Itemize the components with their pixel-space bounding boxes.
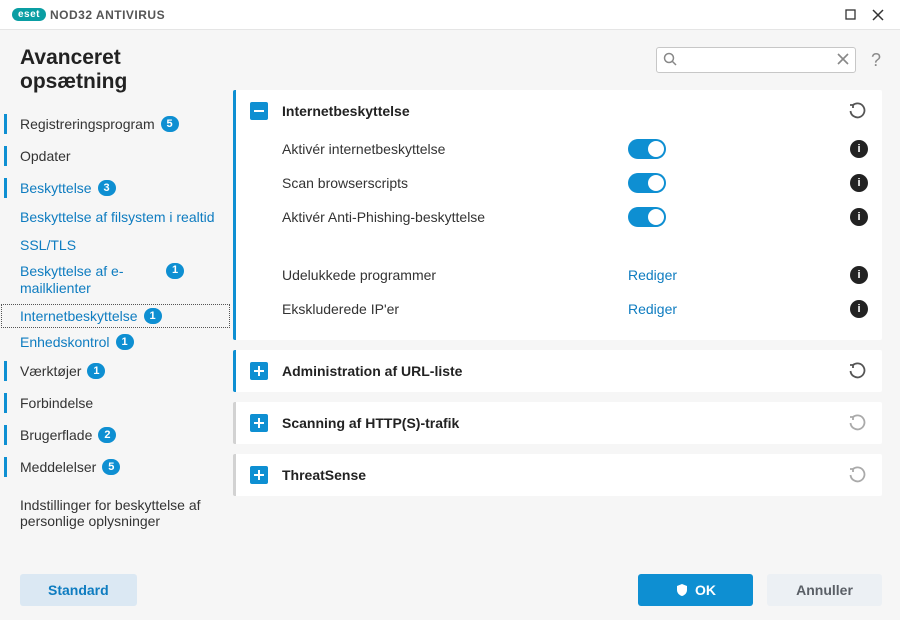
panel-title: Scanning af HTTP(S)-trafik <box>282 415 832 431</box>
revert-icon[interactable] <box>846 464 868 486</box>
nav-item-ui[interactable]: Brugerflade 2 <box>0 419 231 451</box>
toggle-antiphishing[interactable] <box>628 207 666 227</box>
nav-item-label: Forbindelse <box>20 395 93 411</box>
shield-icon <box>675 583 689 597</box>
setting-row-excluded-apps: Udelukkede programmer Rediger i <box>282 258 868 292</box>
nav-item-protection[interactable]: Beskyttelse 3 <box>0 172 231 204</box>
brand-product: NOD32 ANTIVIRUS <box>50 8 165 22</box>
nav-sub-label: SSL/TLS <box>20 237 76 253</box>
ok-button[interactable]: OK <box>638 574 753 606</box>
info-icon[interactable]: i <box>850 300 868 318</box>
top-tools: ? <box>231 30 900 90</box>
toggle-enable-internet[interactable] <box>628 139 666 159</box>
nav-sub-realtime-fs[interactable]: Beskyttelse af filsystem i realtid <box>0 204 231 232</box>
nav-item-label: Brugerflade <box>20 427 92 443</box>
nav-badge: 1 <box>87 363 105 379</box>
nav-item-label: Værktøjer <box>20 363 81 379</box>
window-maximize-button[interactable] <box>836 3 864 27</box>
nav-item-label: Opdater <box>20 148 71 164</box>
setting-label: Ekskluderede IP'er <box>282 301 628 317</box>
edit-excluded-apps-link[interactable]: Rediger <box>628 267 677 283</box>
nav-badge: 2 <box>98 427 116 443</box>
nav-item-privacy[interactable]: Indstillinger for beskyttelse af personl… <box>0 483 231 537</box>
search-box <box>656 47 856 73</box>
expand-icon[interactable] <box>250 362 268 380</box>
nav-badge: 5 <box>102 459 120 475</box>
search-icon <box>662 51 678 67</box>
expand-icon[interactable] <box>250 414 268 432</box>
toggle-scan-browserscripts[interactable] <box>628 173 666 193</box>
nav-badge: 3 <box>98 180 116 196</box>
panel-https-scan: Scanning af HTTP(S)-trafik <box>233 402 882 444</box>
panel-threatsense: ThreatSense <box>233 454 882 496</box>
setting-row-enable-internet: Aktivér internetbeskyttelse i <box>282 132 868 166</box>
nav-item-label: Registreringsprogram <box>20 116 155 132</box>
cancel-button[interactable]: Annuller <box>767 574 882 606</box>
revert-icon[interactable] <box>846 360 868 382</box>
info-icon[interactable]: i <box>850 266 868 284</box>
nav-badge: 1 <box>166 263 184 279</box>
info-icon[interactable]: i <box>850 208 868 226</box>
nav-sub-emailclients[interactable]: Beskyttelse af e-mailklienter 1 <box>0 258 231 303</box>
nav-item-update[interactable]: Opdater <box>0 140 231 172</box>
clear-icon[interactable] <box>836 52 850 66</box>
collapse-icon[interactable] <box>250 102 268 120</box>
nav-sub-ssltls[interactable]: SSL/TLS <box>0 232 231 258</box>
revert-icon[interactable] <box>846 412 868 434</box>
info-icon[interactable]: i <box>850 140 868 158</box>
nav-item-tools[interactable]: Værktøjer 1 <box>0 355 231 387</box>
revert-icon[interactable] <box>846 100 868 122</box>
panel-title: ThreatSense <box>282 467 832 483</box>
nav-sub-label: Beskyttelse af filsystem i realtid <box>20 209 215 227</box>
setting-label: Aktivér internetbeskyttelse <box>282 141 628 157</box>
search-input[interactable] <box>656 47 856 73</box>
titlebar: eset NOD32 ANTIVIRUS <box>0 0 900 30</box>
nav-sub-internet-protection[interactable]: Internetbeskyttelse 1 <box>0 303 231 329</box>
setting-label: Aktivér Anti-Phishing-beskyttelse <box>282 209 628 225</box>
setting-row-excluded-ips: Ekskluderede IP'er Rediger i <box>282 292 868 326</box>
expand-icon[interactable] <box>250 466 268 484</box>
info-icon[interactable]: i <box>850 174 868 192</box>
nav: Registreringsprogram 5 Opdater Beskyttel… <box>0 98 231 620</box>
edit-excluded-ips-link[interactable]: Rediger <box>628 301 677 317</box>
panel-url-admin: Administration af URL-liste <box>233 350 882 392</box>
sidebar: Avanceret opsætning Registreringsprogram… <box>0 30 231 620</box>
setting-row-antiphishing: Aktivér Anti-Phishing-beskyttelse i <box>282 200 868 234</box>
nav-item-connection[interactable]: Forbindelse <box>0 387 231 419</box>
nav-item-notifications[interactable]: Meddelelser 5 <box>0 451 231 483</box>
nav-sub-label: Enhedskontrol <box>20 334 110 350</box>
nav-item-detection[interactable]: Registreringsprogram 5 <box>0 108 231 140</box>
panel-title: Administration af URL-liste <box>282 363 832 379</box>
nav-badge: 5 <box>161 116 179 132</box>
setting-label: Udelukkede programmer <box>282 267 628 283</box>
nav-sub-device-control[interactable]: Enhedskontrol 1 <box>0 329 231 355</box>
help-button[interactable]: ? <box>866 50 886 70</box>
nav-sub-label: Beskyttelse af e-mailklienter <box>20 263 160 298</box>
page-title: Avanceret opsætning <box>0 44 231 98</box>
nav-sub-label: Internetbeskyttelse <box>20 308 138 324</box>
brand-badge: eset <box>12 8 46 21</box>
nav-item-label: Beskyttelse <box>20 180 92 196</box>
window-close-button[interactable] <box>864 3 892 27</box>
panel-title: Internetbeskyttelse <box>282 103 832 119</box>
nav-item-label: Meddelelser <box>20 459 96 475</box>
setting-row-scan-browserscripts: Scan browserscripts i <box>282 166 868 200</box>
nav-badge: 1 <box>144 308 162 324</box>
nav-item-label: Indstillinger for beskyttelse af personl… <box>20 497 221 529</box>
brand: eset NOD32 ANTIVIRUS <box>12 8 165 22</box>
setting-label: Scan browserscripts <box>282 175 628 191</box>
nav-badge: 1 <box>116 334 134 350</box>
panel-internet-protection: Internetbeskyttelse Aktivér internetbesk… <box>233 90 882 340</box>
